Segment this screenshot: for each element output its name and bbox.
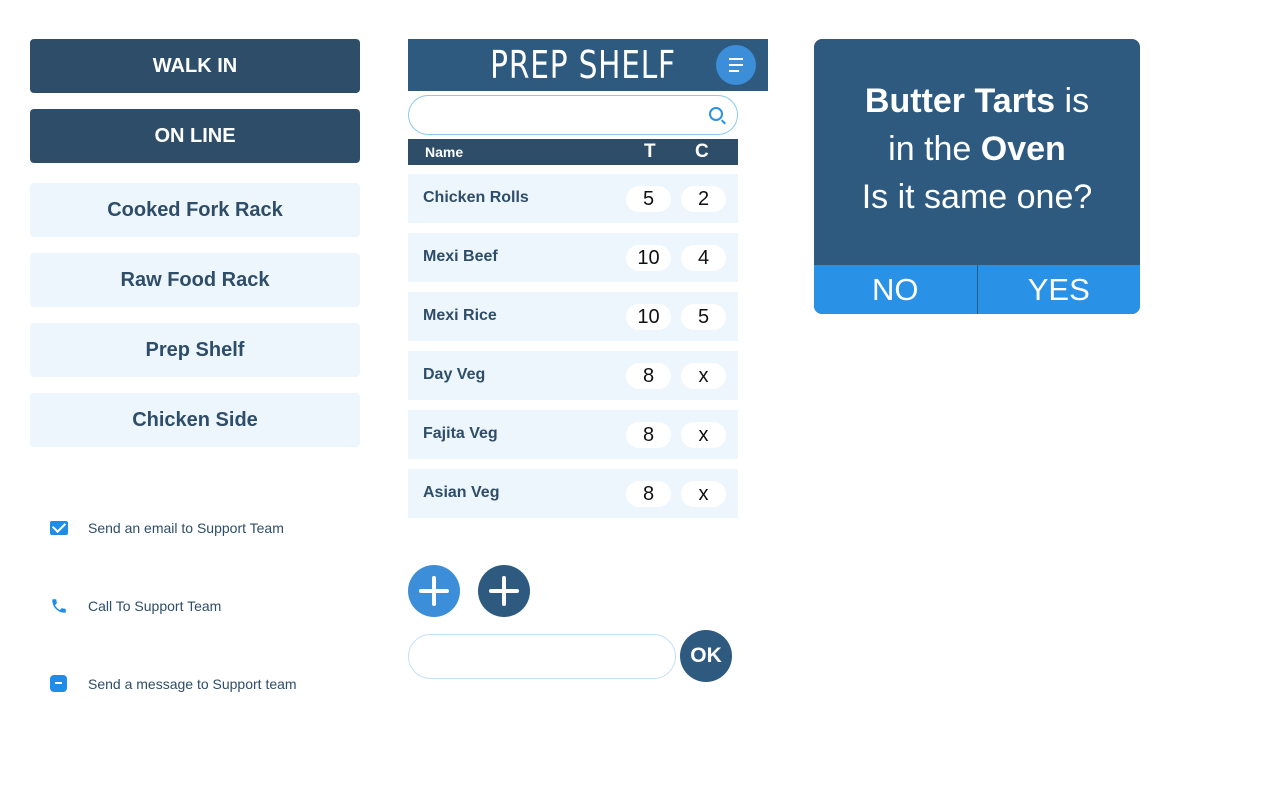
support-phone-label: Call To Support Team (88, 598, 222, 614)
search-icon[interactable] (709, 107, 723, 121)
row-c-value: 5 (681, 304, 726, 330)
dialog-buttons: NO YES (814, 265, 1140, 314)
row-c-value: 4 (681, 245, 726, 271)
row-name: Chicken Rolls (423, 189, 529, 206)
row-t-value: 8 (626, 422, 671, 448)
no-button[interactable]: NO (814, 265, 978, 314)
column-t-header: T (644, 141, 656, 162)
row-c-value: 2 (681, 186, 726, 212)
add-item-button[interactable] (408, 565, 460, 617)
search-input[interactable] (423, 96, 703, 132)
menu-icon (729, 58, 743, 60)
row-t-value: 8 (626, 481, 671, 507)
ok-button[interactable]: OK (680, 630, 732, 682)
row-name: Mexi Beef (423, 248, 498, 265)
support-email-link[interactable]: Send an email to Support Team (50, 519, 284, 537)
dialog-question: Is it same one? (861, 178, 1093, 216)
table-row[interactable]: Fajita Veg 8 x (408, 410, 738, 459)
add-shelf-button[interactable] (478, 565, 530, 617)
support-email-label: Send an email to Support Team (88, 520, 284, 536)
online-button[interactable]: ON LINE (30, 109, 360, 163)
shelf-rows: Chicken Rolls 5 2 Mexi Beef 10 4 Mexi Ri… (408, 174, 738, 528)
rack-list: Cooked Fork Rack Raw Food Rack Prep Shel… (30, 183, 360, 447)
dialog-location: Oven (980, 130, 1066, 168)
support-message-label: Send a message to Support team (88, 676, 297, 692)
table-row[interactable]: Mexi Beef 10 4 (408, 233, 738, 282)
support-message-link[interactable]: Send a message to Support team (50, 675, 297, 693)
row-t-value: 8 (626, 363, 671, 389)
table-row[interactable]: Mexi Rice 10 5 (408, 292, 738, 341)
entry-input[interactable] (425, 635, 655, 675)
shelf-header: PREP SHELF (408, 39, 768, 91)
prep-shelf-panel: PREP SHELF Name T C Chicken Rolls 5 2 Me… (408, 39, 768, 682)
row-name: Asian Veg (423, 484, 500, 501)
dialog-in-the-text: in the (888, 130, 972, 168)
row-t-value: 10 (626, 245, 671, 271)
column-c-header: C (695, 141, 709, 162)
row-c-value: x (681, 481, 726, 507)
row-t-value: 10 (626, 304, 671, 330)
row-t-value: 5 (626, 186, 671, 212)
dialog-is-text: is (1064, 82, 1090, 120)
table-row[interactable]: Chicken Rolls 5 2 (408, 174, 738, 223)
email-icon (50, 519, 68, 537)
rack-cooked-fork-button[interactable]: Cooked Fork Rack (30, 183, 360, 237)
yes-button[interactable]: YES (978, 265, 1141, 314)
dialog-message: Butter Tarts is in the Oven Is it same o… (814, 77, 1140, 221)
table-row[interactable]: Day Veg 8 x (408, 351, 738, 400)
row-name: Day Veg (423, 366, 486, 383)
entry-box (408, 634, 676, 679)
rack-raw-food-button[interactable]: Raw Food Rack (30, 253, 360, 307)
phone-icon (50, 597, 68, 615)
row-name: Fajita Veg (423, 425, 498, 442)
row-c-value: x (681, 422, 726, 448)
search-box (408, 95, 738, 135)
left-panel: WALK IN ON LINE Cooked Fork Rack Raw Foo… (30, 39, 360, 463)
column-name-header: Name (425, 144, 464, 160)
row-name: Mexi Rice (423, 307, 497, 324)
rack-chicken-side-button[interactable]: Chicken Side (30, 393, 360, 447)
shelf-title: PREP SHELF (490, 43, 676, 87)
menu-button[interactable] (716, 45, 756, 85)
confirm-dialog: Butter Tarts is in the Oven Is it same o… (814, 39, 1140, 314)
support-phone-link[interactable]: Call To Support Team (50, 597, 221, 615)
table-header: Name T C (408, 139, 738, 165)
row-c-value: x (681, 363, 726, 389)
table-row[interactable]: Asian Veg 8 x (408, 469, 738, 518)
walk-in-button[interactable]: WALK IN (30, 39, 360, 93)
dialog-item-name: Butter Tarts (864, 82, 1056, 120)
rack-prep-shelf-button[interactable]: Prep Shelf (30, 323, 360, 377)
message-icon (50, 675, 68, 693)
